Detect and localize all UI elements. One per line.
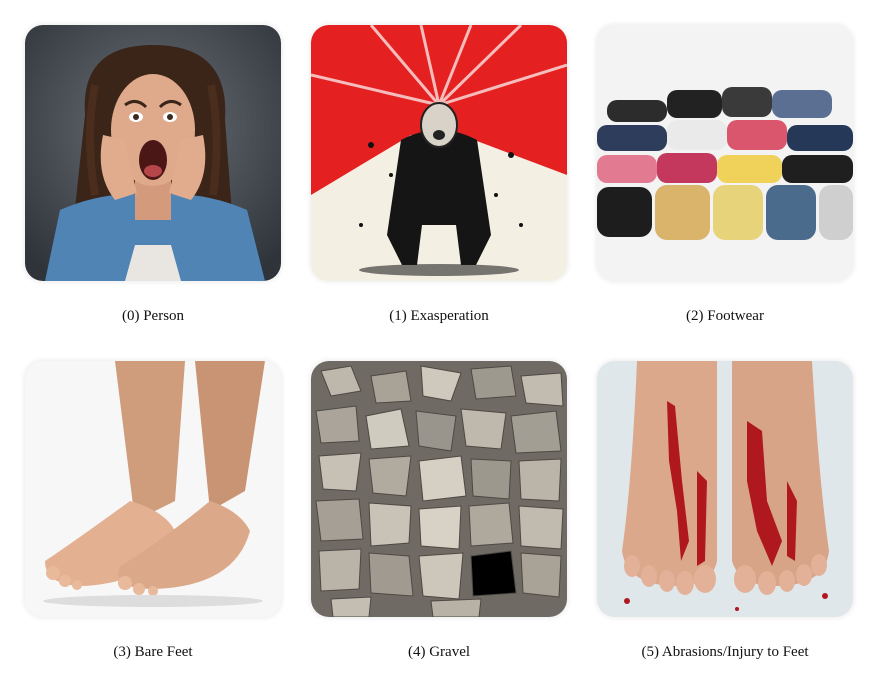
caption-person: (0) Person	[121, 308, 185, 324]
footwear-illustration	[597, 25, 853, 281]
gravel-illustration	[311, 361, 567, 617]
bare-feet-illustration	[25, 361, 281, 617]
caption-bare-feet: (3) Bare Feet	[113, 644, 193, 660]
image-injured-feet	[597, 361, 853, 617]
exasperation-illustration	[311, 25, 567, 281]
person-illustration	[25, 25, 281, 281]
caption-gravel: (4) Gravel	[407, 644, 471, 660]
image-exasperation	[311, 25, 567, 281]
caption-injured-feet: (5) Abrasions/Injury to Feet	[641, 644, 809, 660]
image-bare-feet	[25, 361, 281, 617]
injured-feet-illustration	[597, 361, 853, 617]
caption-footwear: (2) Footwear	[686, 308, 764, 324]
image-person	[25, 25, 281, 281]
caption-exasperation: (1) Exasperation	[389, 308, 489, 324]
image-footwear	[597, 25, 853, 281]
image-gravel	[311, 361, 567, 617]
